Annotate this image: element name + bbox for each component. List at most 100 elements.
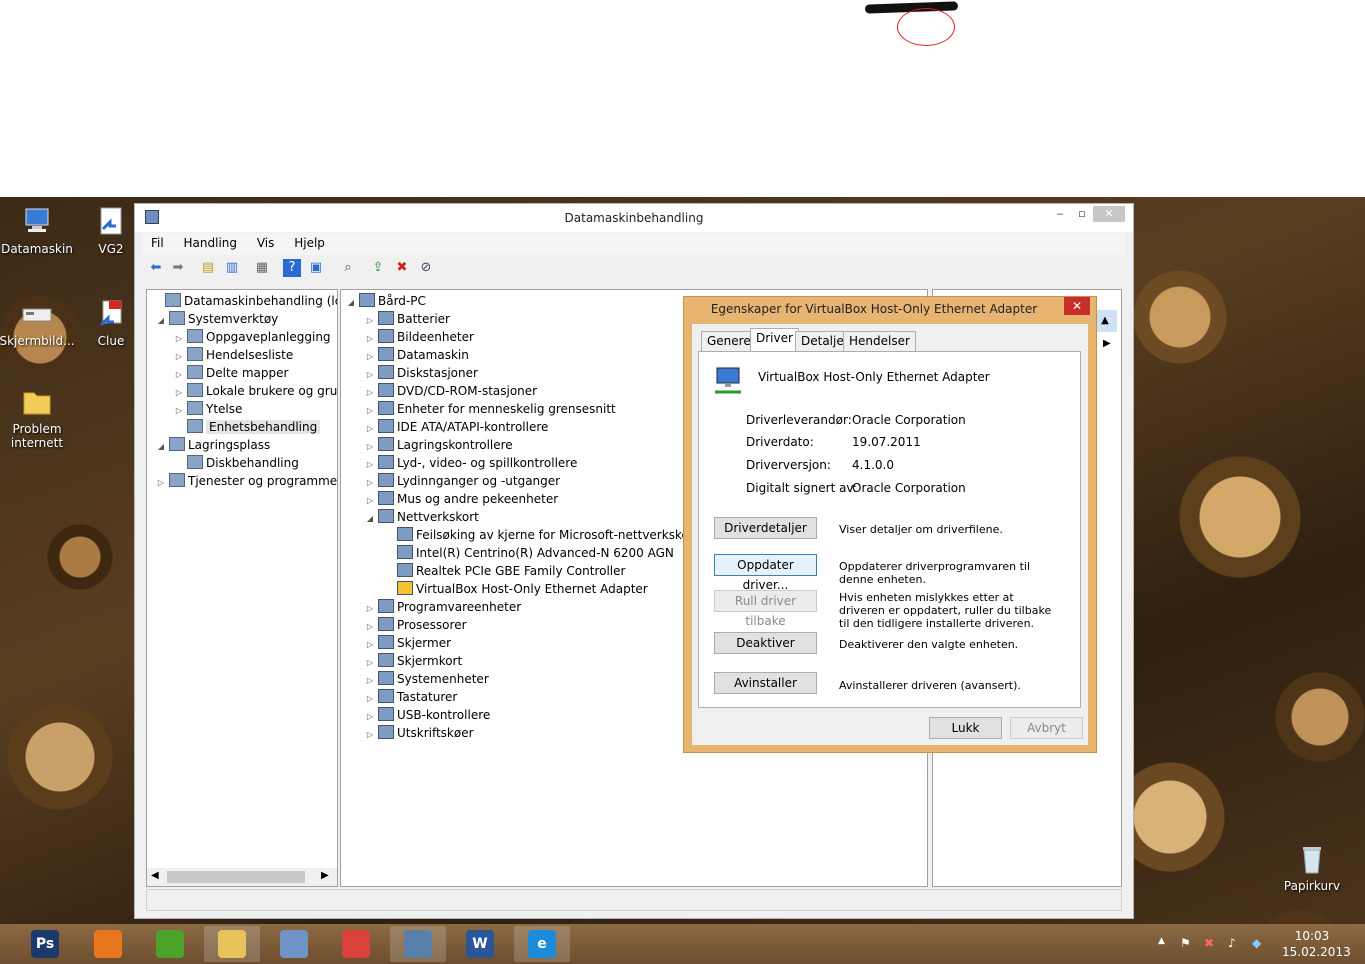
display-adapter-icon — [378, 653, 394, 667]
device-tree-item[interactable]: ▷ Programvareenheter — [364, 598, 521, 616]
desktop-icon-datamaskin[interactable]: Datamaskin — [0, 205, 77, 256]
volume-icon[interactable]: ♪ — [1228, 936, 1236, 950]
tree-item-label: Prosessorer — [397, 618, 467, 632]
device-tree-item[interactable]: ◢ Nettverkskort — [364, 508, 479, 526]
action-center-icon[interactable]: ⚑ — [1180, 936, 1191, 950]
clock-icon — [187, 329, 203, 343]
desktop-icon-problem-internett[interactable]: Problem internett — [0, 385, 77, 450]
tree-expander-icon[interactable]: ◢ — [364, 510, 376, 528]
update-driver-icon[interactable]: ⇪ — [369, 259, 387, 277]
update-driver-button[interactable]: Oppdater driver... — [714, 554, 817, 592]
device-tree-item[interactable]: ▷ Skjermkort — [364, 652, 462, 670]
device-tree-item[interactable]: ◢ Bård-PC — [345, 292, 426, 310]
left-tree-item[interactable]: ▷ Hendelsesliste — [173, 346, 293, 364]
close-button[interactable]: ✕ — [1093, 206, 1125, 222]
forward-arrow-icon[interactable]: ➡ — [169, 259, 187, 277]
tab-hendelser[interactable]: Hendelser — [843, 331, 916, 351]
left-tree-item[interactable]: ▷ Tjenester og programmer — [155, 472, 337, 492]
taskbar-app-button[interactable] — [328, 926, 384, 962]
tab-driver[interactable]: Driver — [750, 328, 799, 352]
device-tree-item[interactable]: VirtualBox Host-Only Ethernet Adapter — [383, 580, 648, 598]
device-tree-item[interactable]: ▷ Batterier — [364, 310, 450, 328]
tree-expander-icon[interactable]: ◢ — [155, 438, 167, 456]
network-error-icon[interactable]: ✖ — [1204, 936, 1214, 950]
show-hide-tree-icon[interactable]: ▥ — [223, 259, 241, 277]
action-pane-icon[interactable]: ▣ — [307, 259, 325, 277]
scroll-right-arrow-icon[interactable]: ▶ — [321, 870, 329, 881]
device-tree-item[interactable]: ▷ Lagringskontrollere — [364, 436, 513, 454]
left-tree-item[interactable]: Diskbehandling — [173, 454, 299, 472]
scroll-left-arrow-icon[interactable]: ◀ — [151, 870, 159, 881]
device-tree-item[interactable]: ▷ Diskstasjoner — [364, 364, 478, 382]
disable-device-button[interactable]: Deaktiver — [714, 632, 817, 654]
device-tree-item[interactable]: ▷ USB-kontrollere — [364, 706, 490, 724]
left-tree-item[interactable]: ▷ Delte mapper — [173, 364, 288, 382]
driver-details-button[interactable]: Driverdetaljer — [714, 517, 817, 539]
taskbar-app-button[interactable] — [390, 926, 446, 962]
device-tree-item[interactable]: ▷ Systemenheter — [364, 670, 489, 688]
tree-expander-icon[interactable]: ◢ — [155, 312, 167, 330]
left-tree-item[interactable]: ◢ Lagringsplass — [155, 436, 270, 454]
left-tree-item[interactable]: Datamaskinbehandling (lokal) — [151, 292, 337, 310]
taskbar-app-button[interactable] — [142, 926, 198, 962]
horizontal-scrollbar[interactable]: ◀ ▶ — [147, 868, 337, 886]
device-tree-item[interactable]: ▷ IDE ATA/ATAPI-kontrollere — [364, 418, 548, 436]
menu-fil[interactable]: Fil — [143, 233, 172, 250]
tree-expander-icon[interactable]: ▷ — [364, 726, 376, 744]
menu-vis[interactable]: Vis — [249, 233, 283, 250]
device-tree-item[interactable]: ▷ Mus og andre pekeenheter — [364, 490, 558, 508]
desktop-icon-papirkurv[interactable]: Papirkurv — [1272, 842, 1352, 893]
left-tree-item[interactable]: Enhetsbehandling — [173, 418, 321, 436]
left-tree-item[interactable]: ◢ Systemverktøy — [155, 310, 278, 328]
help-icon[interactable]: ? — [283, 259, 301, 277]
taskbar-app-button[interactable] — [266, 926, 322, 962]
device-tree-item[interactable]: ▷ Skjermer — [364, 634, 451, 652]
device-tree-item[interactable]: Realtek PCIe GBE Family Controller — [383, 562, 625, 580]
properties-list-icon[interactable]: ▦ — [253, 259, 271, 277]
desktop-icon-skjermbilde[interactable]: Skjermbild... — [0, 297, 77, 348]
device-tree-item[interactable]: Intel(R) Centrino(R) Advanced-N 6200 AGN — [383, 544, 674, 562]
device-tree-item[interactable]: ▷ Lyd-, video- og spillkontrollere — [364, 454, 577, 472]
dialog-close-icon[interactable]: ✕ — [1064, 297, 1090, 315]
device-tree-item[interactable]: ▷ Tastaturer — [364, 688, 457, 706]
left-tree-item[interactable]: ▷Lokale brukere og grupper — [173, 382, 337, 400]
users-icon — [187, 383, 203, 397]
uninstall-device-icon[interactable]: ✖ — [393, 259, 411, 277]
minimize-button[interactable]: ‒ — [1049, 206, 1071, 222]
taskbar-app-button[interactable]: e — [514, 926, 570, 962]
maximize-button[interactable]: ▫ — [1071, 206, 1093, 222]
close-dialog-button[interactable]: Lukk — [929, 717, 1002, 739]
menu-hjelp[interactable]: Hjelp — [286, 233, 333, 250]
device-tree-item[interactable]: ▷ Utskriftskøer — [364, 724, 474, 742]
disable-device-icon[interactable]: ⊘ — [417, 259, 435, 277]
show-hidden-icons-icon[interactable]: ▲ — [1158, 936, 1165, 946]
taskbar-app-button[interactable]: Ps — [17, 926, 73, 962]
tree-expander-icon[interactable]: ◢ — [345, 294, 357, 312]
dropbox-icon[interactable]: ◆ — [1252, 936, 1261, 950]
scan-hardware-icon[interactable]: ⌕ — [339, 259, 357, 277]
taskbar-clock[interactable]: 10:03 15.02.2013 — [1282, 928, 1351, 960]
left-tree-item[interactable]: ▷ Ytelse — [173, 400, 242, 418]
device-tree-item[interactable]: Feilsøking av kjerne for Microsoft-nettv… — [383, 526, 698, 544]
device-tree-item[interactable]: ▷ Enheter for menneskelig grensesnitt — [364, 400, 616, 418]
up-folder-icon[interactable]: ▤ — [199, 259, 217, 277]
cancel-button[interactable]: Avbryt — [1010, 717, 1083, 739]
taskbar-app-button[interactable] — [204, 926, 260, 962]
taskbar-app-button[interactable] — [80, 926, 136, 962]
left-tree-item[interactable]: ▷ Oppgaveplanlegging — [173, 328, 331, 346]
scrollbar-thumb[interactable] — [167, 871, 305, 883]
uninstall-driver-button[interactable]: Avinstaller — [714, 672, 817, 694]
tree-expander-icon[interactable]: ▷ — [155, 474, 167, 492]
menu-handling[interactable]: Handling — [176, 233, 246, 250]
title-bar[interactable]: Datamaskinbehandling ‒ ▫ ✕ — [135, 204, 1133, 232]
device-tree-item[interactable]: ▷ Datamaskin — [364, 346, 469, 364]
device-tree-item[interactable]: ▷ Bildeenheter — [364, 328, 474, 346]
ie-icon: e — [528, 930, 556, 958]
taskbar-app-button[interactable]: W — [452, 926, 508, 962]
device-tree-item[interactable]: ▷ Lydinnganger og -utganger — [364, 472, 560, 490]
device-tree-item[interactable]: ▷ Prosessorer — [364, 616, 467, 634]
expand-right-icon[interactable]: ▶ — [1103, 338, 1111, 349]
back-arrow-icon[interactable]: ⬅ — [147, 259, 165, 277]
device-tree-item[interactable]: ▷ DVD/CD-ROM-stasjoner — [364, 382, 537, 400]
roll-back-driver-button[interactable]: Rull driver tilbake — [714, 590, 817, 628]
